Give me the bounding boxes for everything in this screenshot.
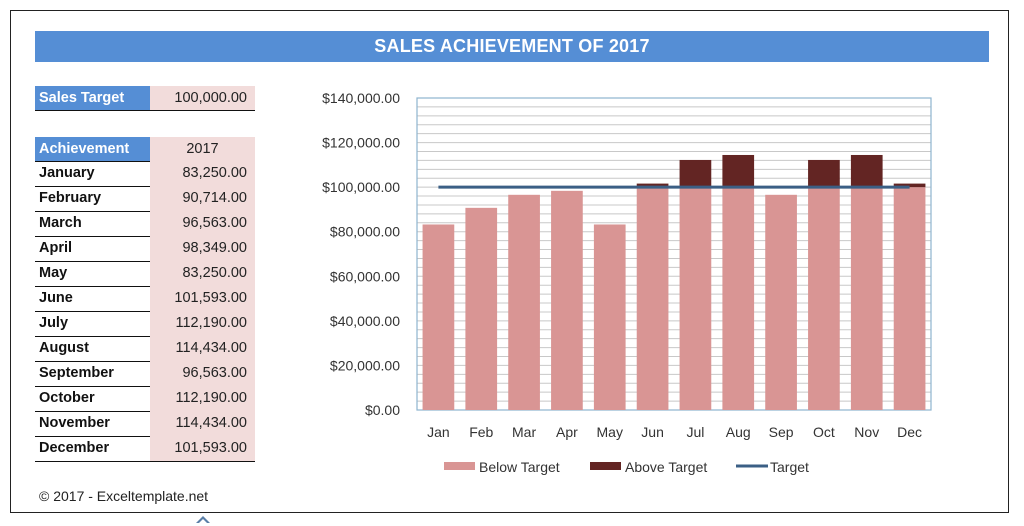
month-label: December [39, 440, 110, 456]
month-value[interactable]: 112,190.00 [150, 311, 255, 336]
month-value[interactable]: 83,250.00 [150, 261, 255, 286]
month-label: November [39, 415, 110, 431]
month-value[interactable]: 101,593.00 [150, 286, 255, 311]
month-value[interactable]: 96,563.00 [150, 361, 255, 386]
month-value[interactable]: 114,434.00 [150, 411, 255, 436]
report-title: SALES ACHIEVEMENT OF 2017 [35, 31, 989, 62]
achievement-header-year: 2017 [150, 137, 255, 162]
month-label: March [39, 215, 82, 231]
month-label: September [39, 365, 114, 381]
copyright-footer: © 2017 - Exceltemplate.net [39, 488, 209, 504]
month-label: February [39, 190, 102, 206]
month-value[interactable]: 98,349.00 [150, 236, 255, 261]
month-label: July [39, 315, 69, 331]
month-value[interactable]: 114,434.00 [150, 336, 255, 361]
month-label: April [39, 240, 73, 256]
month-label: May [39, 265, 68, 281]
month-label: June [39, 290, 73, 306]
month-label: January [39, 165, 95, 181]
month-value[interactable]: 90,714.00 [150, 186, 255, 211]
month-value[interactable]: 101,593.00 [150, 436, 255, 461]
month-value[interactable]: 83,250.00 [150, 161, 255, 186]
achievement-header-label: Achievement [35, 137, 150, 162]
sales-target-value[interactable]: 100,000.00 [150, 86, 255, 111]
row-divider [35, 110, 255, 111]
caret-up-icon [196, 516, 210, 523]
month-value[interactable]: 112,190.00 [150, 386, 255, 411]
row-divider [35, 461, 255, 462]
month-value[interactable]: 96,563.00 [150, 211, 255, 236]
month-label: October [39, 390, 95, 406]
month-label: August [39, 340, 89, 356]
sales-target-label: Sales Target [35, 86, 150, 111]
